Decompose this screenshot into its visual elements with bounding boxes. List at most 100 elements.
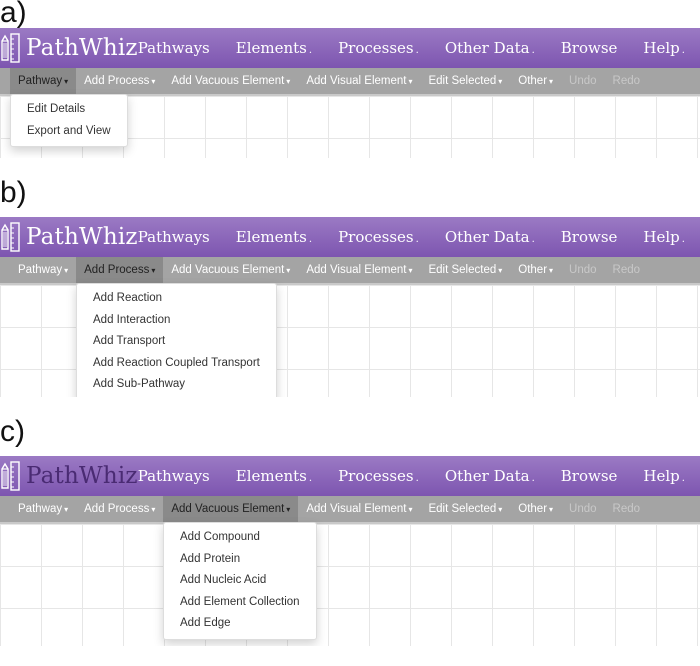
nav-elements[interactable]: Elements.	[236, 467, 312, 485]
app-name: PathWhiz	[26, 224, 138, 250]
caret-down-icon: .	[308, 473, 313, 484]
toolbar-pathway[interactable]: Pathway ▾	[10, 68, 77, 94]
pathwhiz-logo[interactable]: PathWhiz	[0, 28, 138, 68]
editor-toolbar: Pathway ▾ Add Process ▾ Add Vacuous Element ▾…	[0, 68, 700, 94]
nav-processes[interactable]: Processes.	[338, 228, 419, 246]
nav-pathways[interactable]: Pathways	[138, 467, 210, 485]
toolbar-undo: Undo	[561, 68, 605, 94]
menu-item-add-protein[interactable]: Add Protein	[164, 549, 316, 571]
dropdown-menu: Edit Details Export and View	[10, 94, 128, 147]
menu-item-edit-details[interactable]: Edit Details	[11, 99, 127, 121]
nav-label: Elements	[235, 228, 307, 246]
toolbar-add-process[interactable]: Add Process ▾	[76, 496, 163, 522]
caret-down-icon: .	[308, 45, 313, 56]
nav-label: Other Data	[444, 39, 530, 57]
caret-down-icon: ▾	[64, 505, 69, 514]
toolbar-pathway[interactable]: Pathway ▾	[10, 257, 76, 283]
toolbar-label: Add Process	[84, 75, 150, 87]
toolbar-label: Add Vacuous Element	[171, 503, 285, 515]
menu-item-export-and-view[interactable]: Export and View	[11, 121, 127, 143]
panel-a: PathWhiz Pathways Elements. Processes. Othe…	[0, 28, 700, 158]
panel-b: PathWhiz Pathways Elements. Processes. Othe…	[0, 217, 700, 397]
toolbar-add-process[interactable]: Add Process ▾	[76, 68, 163, 94]
caret-down-icon: ▾	[151, 77, 156, 86]
toolbar-pathway[interactable]: Pathway ▾	[10, 496, 76, 522]
menu-item-add-transport[interactable]: Add Transport	[77, 331, 276, 353]
menu-item-add-nucleic-acid[interactable]: Add Nucleic Acid	[164, 570, 316, 592]
nav-elements[interactable]: Elements.	[236, 228, 312, 246]
menu-item-add-interaction[interactable]: Add Interaction	[77, 310, 276, 332]
top-navbar: PathWhiz Pathways Elements. Processes. Othe…	[0, 217, 700, 257]
nav-elements[interactable]: Elements.	[236, 39, 312, 57]
menu-item-add-edge[interactable]: Add Edge	[164, 613, 316, 635]
toolbar-add-vacuous-element[interactable]: Add Vacuous Element ▾	[163, 68, 298, 94]
caret-down-icon: ▾	[286, 266, 291, 275]
toolbar-add-process[interactable]: Add Process ▾	[76, 257, 164, 283]
toolbar-add-visual-element[interactable]: Add Visual Element ▾	[298, 257, 420, 283]
toolbar-label: Undo	[569, 503, 597, 515]
toolbar-add-vacuous-element[interactable]: Add Vacuous Element ▾	[163, 496, 299, 522]
toolbar-label: Add Process	[84, 503, 150, 515]
nav-help[interactable]: Help.	[643, 228, 685, 246]
nav-label: Elements	[235, 467, 307, 485]
toolbar-label: Undo	[569, 75, 597, 87]
pathwhiz-logo[interactable]: PathWhiz	[0, 456, 138, 496]
nav-label: Help	[643, 39, 680, 57]
nav-browse[interactable]: Browse	[561, 39, 618, 57]
menu-item-add-reaction[interactable]: Add Reaction	[77, 288, 276, 310]
toolbar-add-vacuous-element[interactable]: Add Vacuous Element ▾	[163, 257, 298, 283]
toolbar-label: Add Vacuous Element	[171, 75, 285, 87]
nav-browse[interactable]: Browse	[561, 228, 618, 246]
nav-label: Processes	[338, 39, 414, 57]
toolbar-other[interactable]: Other ▾	[510, 68, 561, 94]
top-navbar: PathWhiz Pathways Elements. Processes. Othe…	[0, 28, 700, 68]
nav-label: Elements	[235, 39, 307, 57]
caret-down-icon: .	[681, 473, 685, 484]
menu-item-add-reaction-coupled-transport[interactable]: Add Reaction Coupled Transport	[77, 353, 276, 375]
toolbar-label: Pathway	[18, 503, 63, 515]
nav-browse[interactable]: Browse	[561, 467, 618, 485]
toolbar-label: Add Process	[84, 264, 150, 276]
toolbar-label: Redo	[612, 264, 641, 276]
caret-down-icon: .	[415, 473, 419, 484]
pencil-ruler-icon	[1, 33, 20, 63]
toolbar-label: Edit Selected	[428, 75, 497, 87]
toolbar-label: Other	[518, 503, 548, 515]
toolbar-label: Edit Selected	[428, 503, 497, 515]
toolbar-label: Redo	[612, 503, 641, 515]
app-name: PathWhiz	[26, 35, 138, 61]
menu-item-add-compound[interactable]: Add Compound	[164, 527, 316, 549]
nav-processes[interactable]: Processes.	[338, 467, 419, 485]
caret-down-icon: ▾	[498, 505, 503, 514]
toolbar-edit-selected[interactable]: Edit Selected ▾	[420, 68, 510, 94]
nav-label: Browse	[560, 228, 618, 246]
nav-help[interactable]: Help.	[643, 39, 685, 57]
nav-label: Other Data	[444, 228, 530, 246]
toolbar-undo: Undo	[561, 496, 605, 522]
caret-down-icon: .	[531, 45, 535, 56]
nav-pathways[interactable]: Pathways	[138, 39, 210, 57]
main-nav: Pathways Elements. Processes. Other Data. Br…	[138, 456, 700, 496]
toolbar-add-visual-element[interactable]: Add Visual Element ▾	[298, 68, 420, 94]
nav-other-data[interactable]: Other Data.	[445, 467, 535, 485]
nav-pathways[interactable]: Pathways	[138, 228, 210, 246]
dropdown-menu: Add Compound Add Protein Add Nucleic Acid A…	[163, 522, 317, 640]
toolbar-other[interactable]: Other ▾	[510, 257, 561, 283]
caret-down-icon: ▾	[151, 266, 156, 275]
nav-help[interactable]: Help.	[643, 467, 685, 485]
menu-item-add-element-collection[interactable]: Add Element Collection	[164, 592, 316, 614]
nav-processes[interactable]: Processes.	[338, 39, 419, 57]
pathwhiz-logo[interactable]: PathWhiz	[0, 217, 138, 257]
drawing-canvas[interactable]	[0, 522, 700, 646]
caret-down-icon: ▾	[286, 77, 291, 86]
caret-down-icon: ▾	[549, 266, 554, 275]
toolbar-other[interactable]: Other ▾	[510, 496, 561, 522]
caret-down-icon: ▾	[549, 505, 554, 514]
menu-item-add-sub-pathway[interactable]: Add Sub-Pathway	[77, 374, 276, 396]
toolbar-edit-selected[interactable]: Edit Selected ▾	[420, 496, 510, 522]
nav-other-data[interactable]: Other Data.	[445, 39, 535, 57]
toolbar-edit-selected[interactable]: Edit Selected ▾	[420, 257, 510, 283]
toolbar-add-visual-element[interactable]: Add Visual Element ▾	[298, 496, 420, 522]
nav-other-data[interactable]: Other Data.	[445, 228, 535, 246]
top-navbar: PathWhiz Pathways Elements. Processes. Othe…	[0, 456, 700, 496]
